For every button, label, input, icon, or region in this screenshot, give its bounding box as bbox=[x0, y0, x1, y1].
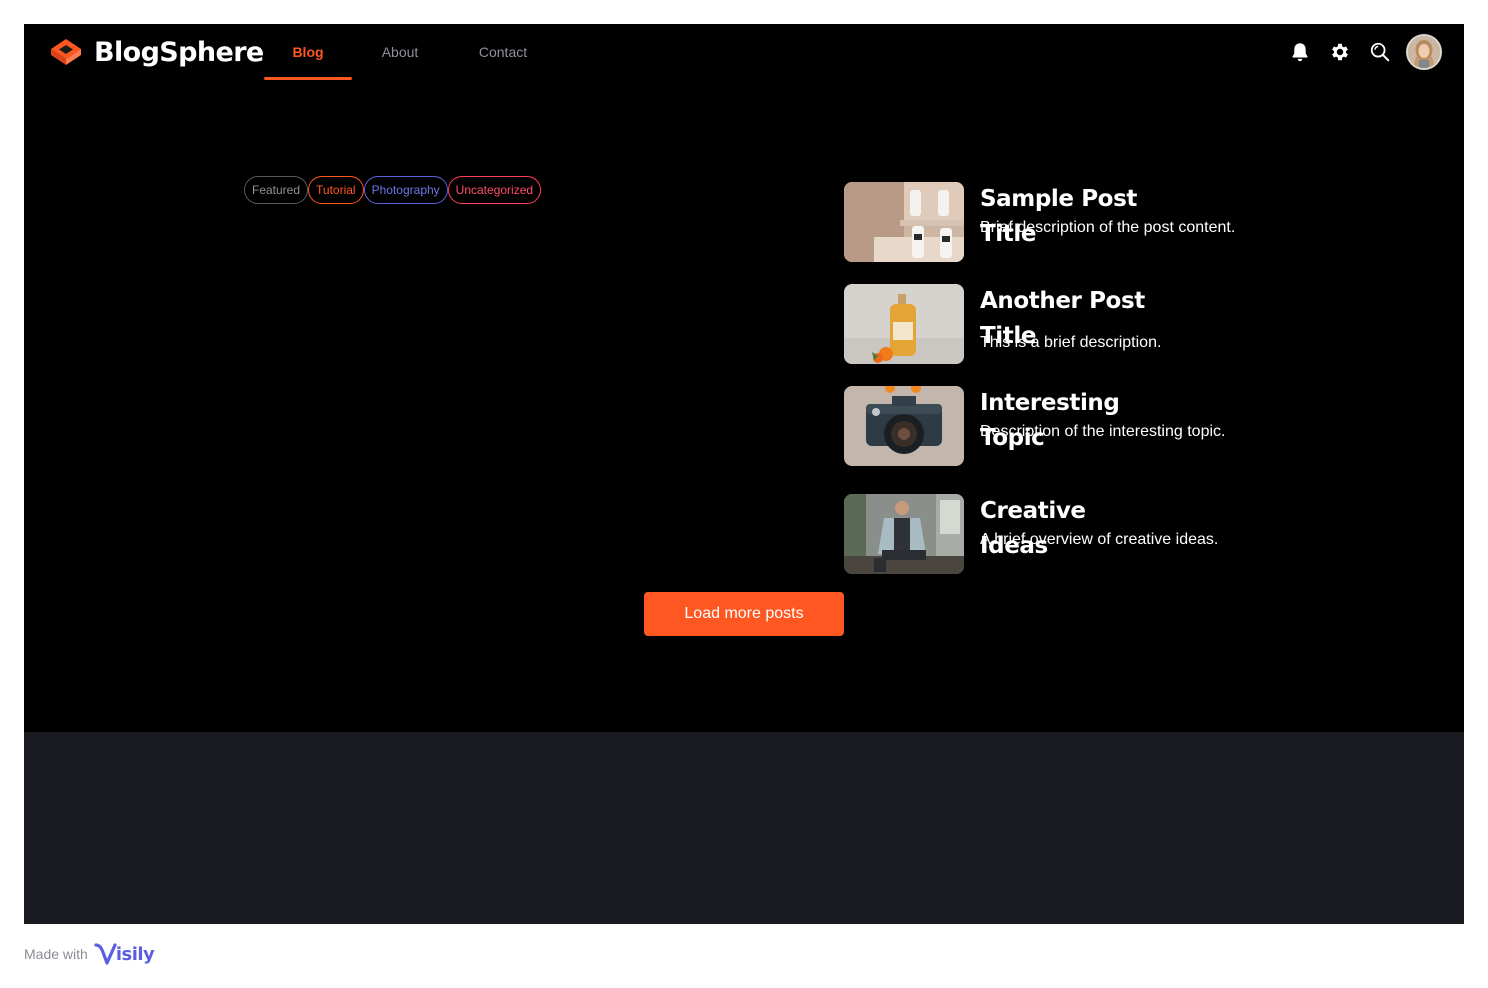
nav-tab-blog[interactable]: Blog bbox=[264, 24, 352, 80]
made-with-text: Made with bbox=[24, 946, 88, 962]
notifications-button[interactable] bbox=[1280, 34, 1320, 70]
post-thumbnail bbox=[844, 494, 964, 574]
post-item[interactable]: Sample Post Title Brief description of t… bbox=[844, 182, 1264, 262]
post-description: Brief description of the post content. bbox=[980, 219, 1236, 236]
chip-featured[interactable]: Featured bbox=[244, 176, 309, 204]
brand-logo[interactable]: BlogSphere bbox=[48, 36, 264, 68]
post-thumbnail bbox=[844, 386, 964, 466]
main-nav: Blog About Contact bbox=[264, 24, 558, 80]
post-item[interactable]: Another Post Title This is a brief descr… bbox=[844, 284, 1264, 364]
visily-brand: isily bbox=[115, 943, 155, 965]
chip-photography[interactable]: Photography bbox=[363, 176, 448, 204]
post-item[interactable]: Creative Ideas A brief overview of creat… bbox=[844, 494, 1264, 574]
post-description: This is a brief description. bbox=[980, 334, 1162, 351]
post-thumbnail bbox=[844, 182, 964, 262]
category-filters: Featured Tutorial Photography Uncategori… bbox=[244, 176, 542, 204]
gear-icon bbox=[1329, 41, 1351, 63]
nav-tab-contact[interactable]: Contact bbox=[448, 24, 558, 80]
nav-tab-about[interactable]: About bbox=[352, 24, 448, 80]
search-button[interactable] bbox=[1360, 34, 1400, 70]
chip-uncategorized[interactable]: Uncategorized bbox=[447, 176, 542, 204]
made-with-badge[interactable]: Made with isily bbox=[24, 942, 155, 966]
app-frame: BlogSphere Blog About Contact Featured T… bbox=[24, 24, 1464, 924]
bell-icon bbox=[1289, 41, 1311, 63]
post-description: A brief overview of creative ideas. bbox=[980, 531, 1219, 548]
search-icon bbox=[1369, 41, 1391, 63]
user-avatar[interactable] bbox=[1406, 34, 1442, 70]
post-description: Description of the interesting topic. bbox=[980, 423, 1226, 440]
brand-name: BlogSphere bbox=[94, 36, 264, 68]
load-more-button[interactable]: Load more posts bbox=[644, 592, 844, 636]
post-item[interactable]: Interesting Topic Description of the int… bbox=[844, 386, 1264, 466]
top-header: BlogSphere Blog About Contact bbox=[24, 24, 1464, 80]
header-actions bbox=[1280, 34, 1442, 70]
settings-button[interactable] bbox=[1320, 34, 1360, 70]
visily-logo: isily bbox=[94, 942, 155, 966]
logo-icon bbox=[48, 36, 84, 68]
post-thumbnail bbox=[844, 284, 964, 364]
chip-tutorial[interactable]: Tutorial bbox=[308, 176, 364, 204]
visily-mark-icon bbox=[94, 943, 117, 965]
page-footer bbox=[24, 732, 1464, 924]
